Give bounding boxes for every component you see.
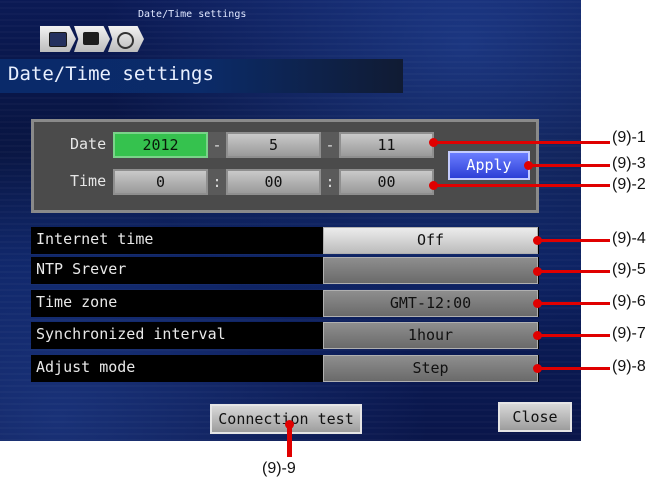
callout-label: (9)-3 bbox=[612, 155, 646, 172]
setting-row-adjust-mode: Adjust mode Step bbox=[31, 355, 539, 382]
time-separator: : bbox=[208, 169, 226, 195]
callout-line bbox=[434, 184, 610, 187]
setting-row-ntp-server: NTP Srever bbox=[31, 257, 539, 284]
hour-field[interactable]: 0 bbox=[113, 169, 208, 195]
day-field[interactable]: 11 bbox=[339, 132, 434, 158]
setting-label: Time zone bbox=[36, 293, 118, 311]
monitor-icon bbox=[49, 32, 67, 47]
callout-label: (9)-4 bbox=[612, 230, 646, 247]
date-separator: - bbox=[208, 132, 226, 158]
callout-line bbox=[538, 367, 610, 370]
internet-time-select[interactable]: Off bbox=[323, 227, 538, 254]
year-field[interactable]: 2012 bbox=[113, 132, 208, 158]
callout-line bbox=[538, 270, 610, 273]
callout-line bbox=[538, 302, 610, 305]
callout-line bbox=[538, 239, 610, 242]
adjust-mode-select[interactable]: Step bbox=[323, 355, 538, 382]
page-title: Date/Time settings bbox=[8, 63, 214, 85]
callout-label: (9)-7 bbox=[612, 325, 646, 342]
tab-monitor[interactable] bbox=[40, 26, 76, 52]
close-button[interactable]: Close bbox=[498, 402, 572, 432]
time-zone-select[interactable]: GMT-12:00 bbox=[323, 290, 538, 317]
callout-line bbox=[434, 141, 610, 144]
callout-label: (9)-5 bbox=[612, 261, 646, 278]
callout-line bbox=[287, 424, 292, 457]
callout-label: (9)-8 bbox=[612, 358, 646, 375]
breadcrumb-tabs bbox=[40, 26, 144, 54]
minute-field[interactable]: 00 bbox=[226, 169, 321, 195]
tab-device[interactable] bbox=[74, 26, 110, 52]
time-label: Time bbox=[70, 172, 107, 190]
device-screen: Date/Time settings Date/Time settings Da… bbox=[0, 0, 581, 441]
setting-label: NTP Srever bbox=[36, 260, 127, 278]
setting-label: Synchronized interval bbox=[36, 325, 226, 343]
setting-row-time-zone: Time zone GMT-12:00 bbox=[31, 290, 539, 317]
sync-interval-select[interactable]: 1hour bbox=[323, 322, 538, 349]
callout-label: (9)-2 bbox=[612, 176, 646, 193]
callout-label: (9)-1 bbox=[612, 129, 646, 146]
device-icon bbox=[83, 32, 99, 45]
month-field[interactable]: 5 bbox=[226, 132, 321, 158]
time-separator: : bbox=[321, 169, 339, 195]
second-field[interactable]: 00 bbox=[339, 169, 434, 195]
setting-label: Internet time bbox=[36, 230, 154, 248]
callout-line bbox=[538, 334, 610, 337]
callout-label: (9)-9 bbox=[262, 460, 296, 477]
setting-row-sync-interval: Synchronized interval 1hour bbox=[31, 322, 539, 349]
date-label: Date bbox=[70, 135, 107, 153]
date-separator: - bbox=[321, 132, 339, 158]
apply-button[interactable]: Apply bbox=[448, 151, 530, 180]
callout-line bbox=[529, 164, 610, 167]
tab-caption: Date/Time settings bbox=[138, 9, 247, 20]
callout-label: (9)-6 bbox=[612, 293, 646, 310]
ntp-server-field[interactable] bbox=[323, 257, 538, 284]
connection-test-button[interactable]: Connection test bbox=[210, 404, 362, 434]
tab-clock[interactable] bbox=[108, 26, 144, 52]
setting-label: Adjust mode bbox=[36, 358, 136, 376]
clock-icon bbox=[117, 32, 134, 49]
setting-row-internet-time: Internet time Off bbox=[31, 227, 539, 254]
